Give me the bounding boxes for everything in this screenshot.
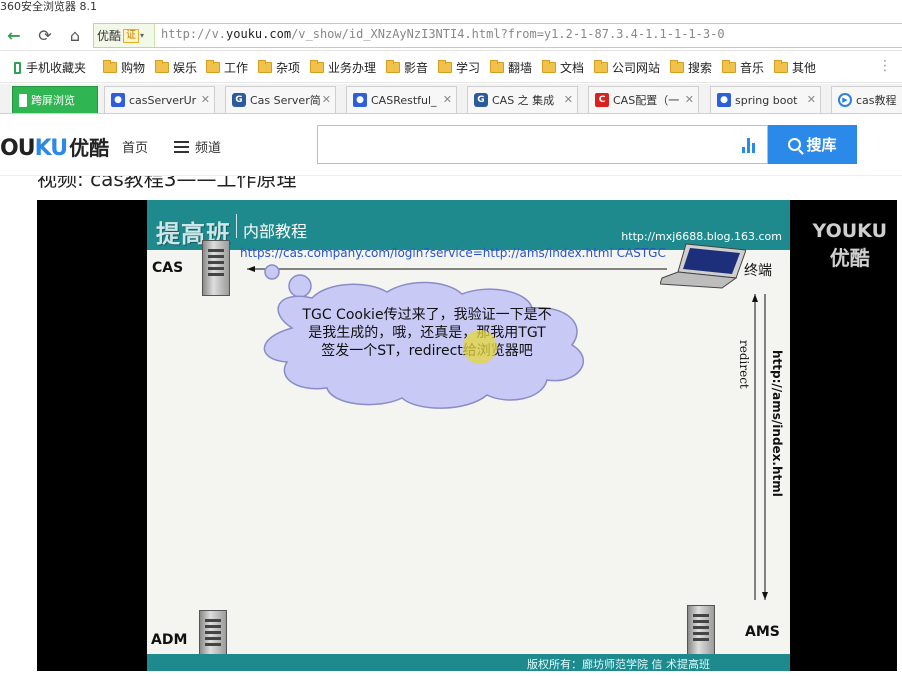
phone-icon	[14, 61, 21, 74]
phone-icon	[19, 93, 27, 107]
folder-icon	[206, 60, 220, 73]
menu-icon	[174, 140, 189, 153]
close-icon[interactable]: ✕	[322, 93, 331, 106]
play-icon: ▶	[838, 93, 852, 107]
address-bar[interactable]: 优酷 证 ▾ http://v.youku.com/v_show/id_XNzA…	[93, 23, 902, 48]
search-box	[317, 125, 768, 164]
baidu-paw-icon: ●	[717, 93, 731, 107]
bookmark-folder[interactable]: 学习	[438, 59, 480, 76]
bookmark-folder[interactable]: 搜索	[670, 59, 712, 76]
tab-cross-screen[interactable]: 跨屏浏览	[12, 86, 98, 113]
youku-watermark: YOUKU 优酷	[813, 220, 887, 271]
nav-channel-menu[interactable]: 频道	[174, 137, 221, 156]
search-button[interactable]: 搜库	[768, 125, 857, 164]
slide-copyright: 版权所有：廊坊师范学院 信 术提高班	[527, 658, 710, 671]
window-title: 360安全浏览器 8.1	[0, 0, 97, 13]
csdn-icon: C	[595, 93, 609, 107]
folder-icon	[310, 60, 324, 73]
folder-icon	[670, 60, 684, 73]
ams-server-icon	[687, 605, 715, 661]
bookmark-folder[interactable]: 公司网站	[594, 59, 660, 76]
video-player[interactable]: 提高班 内部教程 http://mxj6688.blog.163.com CAS…	[37, 200, 897, 671]
baidu-paw-icon: ●	[353, 93, 367, 107]
site-name: 优酷	[97, 29, 122, 43]
chevron-down-icon[interactable]: ▾	[140, 31, 144, 40]
cursor-highlight	[463, 330, 497, 364]
tab-cas-config[interactable]: C CAS配置（一 ✕	[588, 86, 699, 113]
folder-icon	[722, 60, 736, 73]
site-identity-badge[interactable]: 优酷 证 ▾	[94, 24, 155, 47]
search-input[interactable]	[326, 133, 726, 155]
more-icon[interactable]: ⋮	[878, 58, 892, 74]
home-icon[interactable]: ⌂	[64, 24, 86, 46]
folder-icon	[386, 60, 400, 73]
tab-spring-boot[interactable]: ● spring boot ✕	[710, 86, 821, 113]
nav-home-link[interactable]: 首页	[122, 137, 148, 156]
close-icon[interactable]: ✕	[443, 93, 452, 106]
folder-icon	[258, 60, 272, 73]
bookmark-folder[interactable]: 杂项	[258, 59, 300, 76]
folder-icon	[774, 60, 788, 73]
folder-icon	[542, 60, 556, 73]
bookmark-folder[interactable]: 翻墙	[490, 59, 532, 76]
vertical-redirect-label: redirect	[737, 340, 751, 389]
youku-logo[interactable]: OUKU 优酷	[0, 132, 109, 161]
watermark-cn: 优酷	[829, 246, 870, 270]
folder-icon	[155, 60, 169, 73]
youku-header: OUKU 优酷 首页 频道 搜库	[0, 115, 902, 176]
close-icon[interactable]: ✕	[807, 93, 816, 106]
folder-icon	[103, 60, 117, 73]
arrowhead-up	[752, 294, 758, 302]
tab-casserverurl[interactable]: ● casServerUr ✕	[104, 86, 215, 113]
vertical-url-label: http://ams/index.html	[770, 350, 784, 497]
close-icon[interactable]: ✕	[201, 93, 210, 106]
bookmark-folder[interactable]: 影音	[386, 59, 428, 76]
folder-icon	[594, 60, 608, 73]
bookmark-folder[interactable]: 音乐	[722, 59, 764, 76]
bookmark-mobile[interactable]: 手机收藏夹	[14, 59, 86, 76]
bookmark-folder[interactable]: 娱乐	[155, 59, 197, 76]
certificate-badge[interactable]: 证	[123, 28, 140, 43]
label-ams: AMS	[745, 624, 780, 640]
folder-icon	[438, 60, 452, 73]
bubble-text: TGC Cookie传过来了，我验证一下是不是我生成的，哦，还真是，那我用TGT…	[302, 307, 552, 359]
reload-icon[interactable]: ⟳	[34, 24, 56, 46]
tab-strip: 跨屏浏览 ● casServerUr ✕ G Cas Server简 ✕ ● CASRes…	[0, 84, 902, 114]
arrow-left-icon[interactable]: ←	[3, 24, 25, 46]
slide-footer: 版权所有：廊坊师范学院 信 术提高班	[147, 654, 790, 671]
arrowhead-down	[762, 592, 768, 600]
tab-cas-server[interactable]: G Cas Server简 ✕	[225, 86, 336, 113]
trending-chart-icon[interactable]	[742, 138, 758, 153]
label-adm: ADM	[151, 632, 188, 648]
bookmark-folder[interactable]: 业务办理	[310, 59, 376, 76]
baidu-paw-icon: ●	[111, 93, 125, 107]
bookmark-folder[interactable]: 工作	[206, 59, 248, 76]
laptop-icon	[660, 243, 746, 289]
close-icon[interactable]: ✕	[685, 93, 694, 106]
blog-icon: G	[474, 93, 488, 107]
bookmark-folder[interactable]: 购物	[103, 59, 145, 76]
bookmark-folder[interactable]: 其他	[774, 59, 816, 76]
navigation-bar: ← ⟳ ⌂ 优酷 证 ▾ http://v.youku.com/v_show/i…	[0, 20, 902, 51]
close-icon[interactable]: ✕	[564, 93, 573, 106]
bookmark-folder[interactable]: 文档	[542, 59, 584, 76]
folder-icon	[490, 60, 504, 73]
arrowhead-top	[247, 266, 255, 272]
url-text[interactable]: http://v.youku.com/v_show/id_XNzAyNzI3NT…	[161, 27, 725, 41]
label-terminal: 终端	[744, 263, 772, 279]
bookmarks-bar: 手机收藏夹 购物 娱乐 工作 杂项 业务办理 影音 学习 翻墙 文档 公司网站 …	[0, 52, 902, 83]
blog-icon: G	[232, 93, 246, 107]
tab-casrestful[interactable]: ● CASRestful_ ✕	[346, 86, 457, 113]
tab-cas-integration[interactable]: G CAS 之 集成 ✕	[467, 86, 578, 113]
tab-cas-tutorial[interactable]: ▶ cas教程	[831, 86, 902, 113]
watermark-en: YOUKU	[812, 220, 887, 242]
search-icon	[788, 138, 802, 151]
window-titlebar: 360安全浏览器 8.1	[0, 0, 902, 20]
video-frame: 提高班 内部教程 http://mxj6688.blog.163.com CAS…	[147, 200, 790, 671]
